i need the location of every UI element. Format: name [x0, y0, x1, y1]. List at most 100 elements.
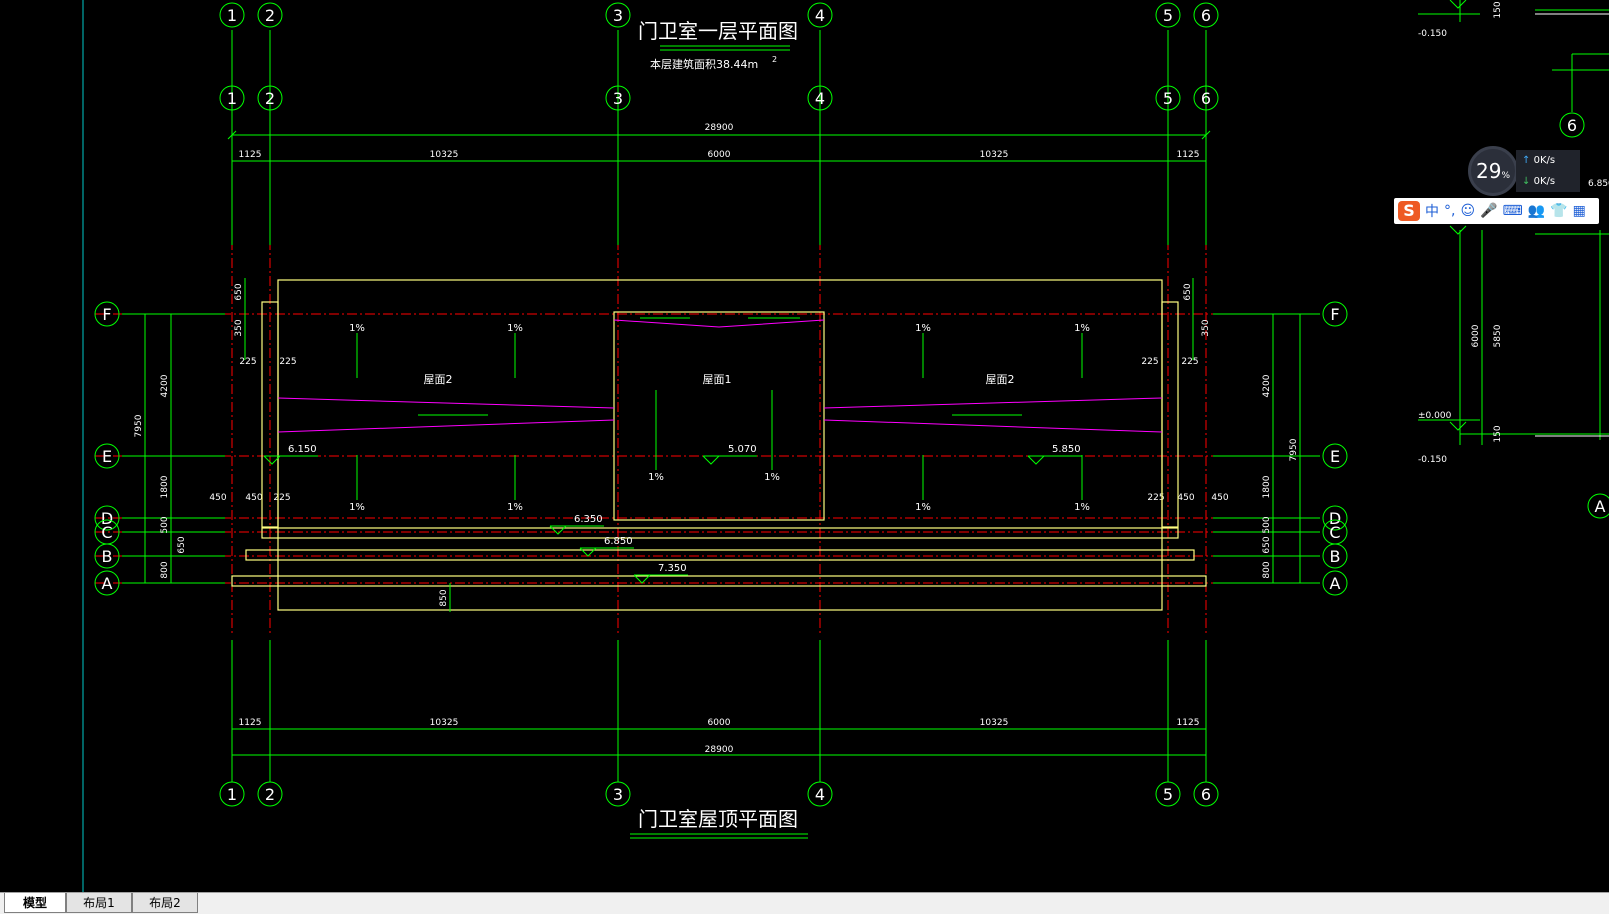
dim-right-500: 500 [1262, 516, 1272, 533]
punctuation-toggle-icon[interactable]: °, [1444, 203, 1455, 219]
svg-text:6: 6 [1201, 6, 1211, 25]
ime-mode-toggle[interactable]: 中 [1425, 201, 1439, 221]
upload-arrow-icon: ↑ [1522, 155, 1531, 166]
network-monitor-widget[interactable]: 29% ↑ 0K/s ↓ 0K/s [1468, 146, 1580, 196]
speed-panel: ↑ 0K/s ↓ 0K/s [1516, 150, 1580, 192]
grid-bubble: B [1322, 543, 1348, 569]
elevation-marker [1449, 225, 1467, 235]
top-plan-title: 门卫室一层平面图 [638, 19, 798, 43]
keyboard-icon[interactable]: ⌨ [1503, 203, 1523, 219]
dim-total-bottom: 28900 [705, 745, 734, 755]
svg-text:2: 2 [265, 785, 275, 804]
slope-label: 1% [349, 502, 365, 513]
dim-225-left-c: 225 [273, 493, 290, 503]
cpu-unit: % [1501, 171, 1510, 181]
dim-right-800: 800 [1262, 561, 1272, 578]
svg-text:C: C [1329, 523, 1340, 542]
side-dim-5850: 5850 [1493, 324, 1503, 347]
emoji-icon[interactable]: ☺ [1460, 203, 1475, 219]
download-arrow-icon: ↓ [1522, 176, 1531, 187]
svg-text:1: 1 [227, 785, 237, 804]
dim-seg-bottom-3: 6000 [708, 718, 731, 728]
svg-text:A: A [102, 574, 113, 593]
svg-text:1: 1 [227, 89, 237, 108]
grid-bubble: 6 [1193, 85, 1219, 111]
dim-seg-bottom-5: 1125 [1177, 718, 1200, 728]
dim-side-350-left: 350 [234, 319, 244, 336]
svg-text:4: 4 [815, 785, 825, 804]
dim-225-right-a: 225 [1141, 357, 1158, 367]
dim-450-left-a: 450 [209, 493, 226, 503]
svg-text:6: 6 [1201, 89, 1211, 108]
cad-model-space[interactable]: 门卫室一层平面图 本层建筑面积38.44m 2 28900 1125 10325… [0, 0, 1609, 892]
toolbox-icon[interactable]: ▦ [1573, 203, 1586, 219]
dim-225-left-a: 225 [239, 357, 256, 367]
grid-bubble: F [1322, 301, 1348, 327]
microphone-icon[interactable]: 🎤 [1480, 203, 1497, 219]
roof-left-label: 屋面2 [424, 373, 453, 386]
svg-text:B: B [1330, 547, 1341, 566]
dim-450-left-b: 450 [245, 493, 262, 503]
grid-bubbles-upper: 1 2 3 4 5 6 [219, 85, 1219, 111]
svg-text:1: 1 [227, 6, 237, 25]
grid-bubble: 5 [1155, 85, 1181, 111]
tab-model[interactable]: 模型 [4, 893, 66, 913]
svg-text:F: F [102, 305, 111, 324]
svg-text:C: C [101, 523, 112, 542]
dim-left-650: 650 [177, 536, 187, 553]
skin-icon[interactable]: 👕 [1550, 203, 1567, 219]
grid-bubble: 2 [257, 781, 283, 807]
sogou-logo-icon[interactable]: S [1398, 201, 1420, 221]
elevation-marker [1449, 0, 1467, 9]
svg-text:4: 4 [815, 6, 825, 25]
grid-bubbles-left: F E D C B A [94, 301, 120, 596]
roof-mid-label: 屋面1 [703, 373, 732, 386]
left-vertical-dims [144, 278, 246, 583]
grid-bubble: A [1322, 570, 1348, 596]
svg-text:E: E [102, 447, 112, 466]
side-dim-150-bottom: 150 [1493, 425, 1503, 442]
tab-layout1[interactable]: 布局1 [66, 893, 132, 913]
dim-850: 850 [439, 589, 449, 606]
elevation-labels: 6.150 5.070 5.850 6.350 6.850 7.350 [288, 444, 1081, 574]
tab-layout2[interactable]: 布局2 [132, 893, 198, 913]
cpu-percent: 29 [1475, 159, 1502, 183]
side-dim-6000: 6000 [1471, 324, 1481, 347]
svg-text:3: 3 [613, 89, 623, 108]
dim-seg-top-5: 1125 [1177, 150, 1200, 160]
elevation-marker [1449, 421, 1467, 431]
dim-side-650-right: 650 [1183, 283, 1193, 300]
dim-seg-bottom-2: 10325 [430, 718, 459, 728]
dim-seg-top-4: 10325 [980, 150, 1009, 160]
ime-toolbar[interactable]: S 中 °, ☺ 🎤 ⌨ 👥 👕 ▦ [1394, 198, 1599, 224]
slope-label: 1% [764, 472, 780, 483]
user-icon[interactable]: 👥 [1528, 203, 1545, 219]
dim-450-right-a: 450 [1177, 493, 1194, 503]
upload-speed: 0K/s [1533, 155, 1556, 166]
grid-bubbles-bottom: 1 2 3 4 5 6 [219, 781, 1219, 807]
slope-label: 1% [648, 472, 664, 483]
svg-text:5: 5 [1163, 89, 1173, 108]
main-plan-title: 门卫室屋顶平面图 [638, 807, 798, 831]
side-el-top: -0.150 [1418, 29, 1447, 39]
grid-bubble: 3 [605, 85, 631, 111]
roof-right-label: 屋面2 [986, 373, 1015, 386]
grid-bubble: 3 [605, 2, 631, 28]
area-note-sup: 2 [772, 55, 777, 64]
elevation-label: 7.350 [658, 563, 687, 574]
drain-arrows [356, 317, 1083, 500]
svg-text:2: 2 [265, 6, 275, 25]
svg-text:6: 6 [1201, 785, 1211, 804]
svg-text:6: 6 [1567, 116, 1577, 135]
grid-bubble: 6 [1193, 2, 1219, 28]
svg-text:4: 4 [815, 89, 825, 108]
side-el-bottom: -0.150 [1418, 455, 1447, 465]
elevation-label: 6.350 [574, 514, 603, 525]
grid-bubble: E [1322, 443, 1348, 469]
cpu-gauge: 29% [1468, 146, 1518, 196]
grid-bubble: 3 [605, 781, 631, 807]
svg-text:F: F [1330, 305, 1339, 324]
slope-labels: 1% 1% 1% 1% 1% 1% 1% 1% 1% 1% [349, 323, 1090, 513]
dim-seg-top-2: 10325 [430, 150, 459, 160]
svg-text:3: 3 [613, 6, 623, 25]
